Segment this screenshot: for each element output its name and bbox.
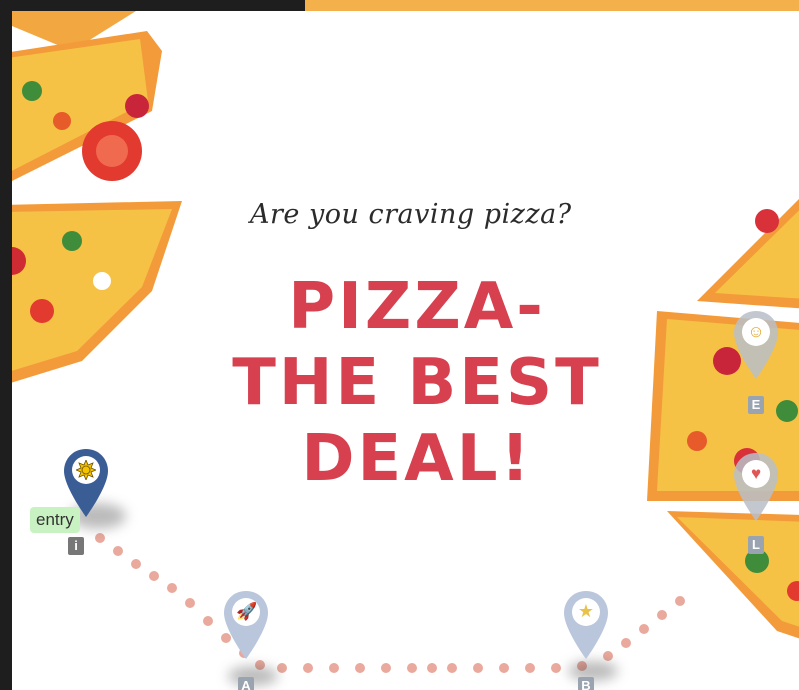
smiley-icon: ☺ — [747, 322, 765, 341]
poster-canvas: Are you craving pizza? PIZZA- THE BEST D… — [12, 11, 799, 690]
waypoint-l-letter: L — [748, 536, 764, 554]
heart-eyes-icon: ♥ — [750, 464, 762, 483]
accent-bar — [305, 0, 799, 11]
waypoint-a-letter: A — [238, 677, 254, 690]
route-path — [95, 533, 685, 673]
waypoint-e-marker[interactable] — [732, 309, 780, 381]
sun-icon — [76, 460, 96, 480]
waypoint-b-letter: B — [578, 677, 594, 690]
entry-letter: i — [68, 537, 84, 555]
waypoint-l-marker[interactable] — [732, 451, 780, 523]
waypoint-a-marker[interactable] — [222, 589, 270, 661]
waypoint-e-letter: E — [748, 396, 764, 414]
rocket-icon: 🚀 — [236, 602, 258, 621]
entry-label[interactable]: entry — [30, 507, 80, 533]
waypoint-b-marker[interactable] — [562, 589, 610, 661]
star-icon: ★ — [577, 601, 595, 621]
